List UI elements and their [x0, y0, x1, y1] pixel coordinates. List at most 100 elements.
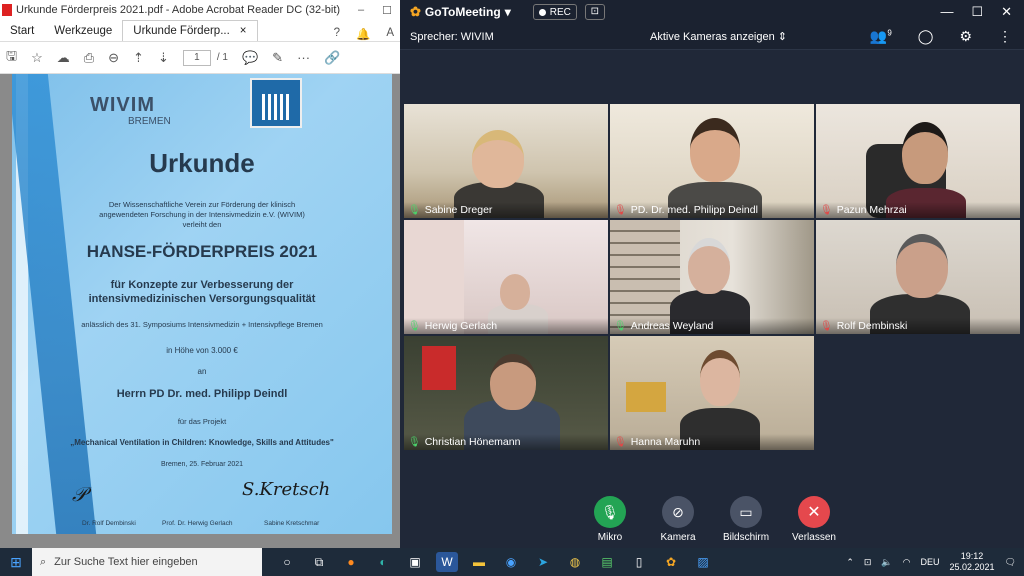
close-icon[interactable]: ×: [240, 25, 247, 37]
microphone-on-icon: 🎙: [614, 320, 627, 332]
photos-icon[interactable]: ▨: [692, 552, 714, 572]
chrome-icon[interactable]: ◍: [564, 552, 586, 572]
minimize-icon[interactable]: —: [940, 4, 953, 20]
store-icon[interactable]: ▣: [404, 552, 426, 572]
firefox-icon[interactable]: ●: [340, 552, 362, 572]
tab-tools[interactable]: Werkzeuge: [44, 21, 122, 41]
tile-label: 🎙 Herwig Gerlach: [404, 318, 608, 334]
more-vertical-icon[interactable]: ⋮: [998, 28, 1012, 45]
file-explorer-icon[interactable]: ▬: [468, 552, 490, 572]
link-icon[interactable]: 🔗: [324, 50, 340, 66]
desktop: Urkunde Förderpreis 2021.pdf - Adobe Acr…: [0, 0, 1024, 576]
cert-for-line2: intensivmedizinischen Versorgungsqualitä…: [88, 293, 316, 305]
save-icon[interactable]: 🖫: [6, 47, 17, 69]
page-down-icon[interactable]: ⇣: [158, 50, 169, 66]
comment-icon[interactable]: 💬: [242, 50, 258, 66]
speaker-icon[interactable]: 🔈: [881, 557, 892, 568]
more-icon[interactable]: ···: [297, 50, 310, 65]
participant-name: Rolf Dembinski: [836, 320, 908, 332]
camera-off-icon[interactable]: ⊘: [662, 496, 694, 528]
star-icon[interactable]: ☆: [31, 50, 43, 66]
page-up-icon[interactable]: ⇡: [133, 50, 144, 66]
tile-label: 🎙 PD. Dr. med. Philipp Deindl: [610, 202, 814, 218]
participant-name: Andreas Weyland: [630, 320, 714, 332]
meeting-controls: 🎙 Mikro ⊘ Kamera ▭ Bildschirm ✕ Verlasse…: [400, 496, 1024, 543]
cert-title: Urkunde: [149, 148, 255, 178]
participant-face: [688, 238, 730, 294]
notification-icon[interactable]: 🗨: [1005, 557, 1016, 568]
tab-document-label: Urkunde Förderp...: [133, 25, 230, 37]
account-icon[interactable]: A: [386, 27, 394, 41]
acrobat-toolbar: 🖫 ☆ ☁ ⎙ ⊖ ⇡ ⇣ 1 / 1 💬 ✎ ··· 🔗: [0, 42, 400, 74]
minimize-icon[interactable]: –: [358, 4, 364, 17]
telegram-icon[interactable]: ➤: [532, 552, 554, 572]
bell-icon[interactable]: 🔔: [356, 27, 370, 41]
participant-face: [500, 274, 530, 310]
maximize-icon[interactable]: ☐: [971, 4, 983, 20]
video-tile[interactable]: 🎙 Christian Hönemann: [404, 336, 608, 450]
video-tile[interactable]: 🎙 Herwig Gerlach: [404, 220, 608, 334]
microphone-muted-icon: 🎙: [820, 320, 833, 332]
word-icon[interactable]: W: [436, 552, 458, 572]
record-button[interactable]: REC: [532, 4, 577, 20]
gtm-menu-button[interactable]: ✿ GoToMeeting ▾: [410, 4, 511, 20]
edge-icon[interactable]: ◐: [372, 552, 394, 572]
cloud-upload-icon[interactable]: ☁: [57, 50, 70, 66]
mic-control[interactable]: 🎙 Mikro: [586, 496, 634, 543]
help-icon[interactable]: ?: [334, 27, 340, 41]
chevron-up-icon[interactable]: ⌃: [846, 557, 854, 568]
language-indicator[interactable]: DEU: [921, 557, 940, 567]
chat-icon[interactable]: ◯: [918, 28, 934, 45]
leave-x-icon[interactable]: ✕: [798, 496, 830, 528]
gear-icon[interactable]: ⚙: [959, 28, 972, 45]
tile-label: 🎙 Christian Hönemann: [404, 434, 608, 450]
signature-1: 𝒫: [72, 482, 87, 506]
participant-face: [690, 118, 740, 182]
lock-icon[interactable]: ⊡: [584, 4, 605, 20]
video-tile[interactable]: 🎙 Sabine Dreger: [404, 104, 608, 218]
video-tile[interactable]: 🎙 Pazun Mehrzai: [816, 104, 1020, 218]
pen-icon[interactable]: ✎: [272, 50, 283, 66]
page-number-input[interactable]: 1: [182, 49, 211, 66]
screen-share-icon[interactable]: ▭: [730, 496, 762, 528]
window-title: Urkunde Förderpreis 2021.pdf - Adobe Acr…: [16, 4, 341, 16]
mic-label: Mikro: [597, 532, 623, 543]
close-icon[interactable]: ✕: [1001, 4, 1012, 20]
gotomeeting-taskbar-icon[interactable]: ✿: [660, 552, 682, 572]
maximize-icon[interactable]: ☐: [382, 4, 392, 17]
taskbar-search-input[interactable]: ⌕ Zur Suche Text hier eingeben: [32, 548, 262, 576]
camera-control[interactable]: ⊘ Kamera: [654, 496, 702, 543]
tab-document[interactable]: Urkunde Förderp... ×: [122, 20, 258, 41]
zoom-out-icon[interactable]: ⊖: [108, 50, 119, 66]
microphone-icon[interactable]: 🎙: [594, 496, 626, 528]
cortana-icon[interactable]: ○: [276, 552, 298, 572]
people-icon: 👥: [869, 28, 888, 44]
screen-control[interactable]: ▭ Bildschirm: [722, 496, 770, 543]
tab-start[interactable]: Start: [0, 21, 44, 41]
participants-button[interactable]: 👥9: [870, 28, 892, 45]
microphone-on-icon: 🎙: [408, 320, 421, 332]
clock[interactable]: 19:12 25.02.2021: [950, 551, 995, 573]
document-viewport[interactable]: WIVIM BREMEN Urkunde Der Wissenschaftlic…: [0, 74, 400, 548]
windows-start-icon[interactable]: ⊞: [0, 548, 32, 576]
camera-label: Kamera: [660, 532, 696, 543]
cert-prize: HANSE-FÖRDERPREIS 2021: [86, 242, 318, 261]
leave-control[interactable]: ✕ Verlassen: [790, 496, 838, 543]
wifi-icon[interactable]: ◠: [903, 557, 911, 568]
camera-mode-select[interactable]: Aktive Kameras anzeigen ⇕: [650, 30, 787, 43]
video-tile[interactable]: 🎙 Rolf Dembinski: [816, 220, 1020, 334]
network-icon[interactable]: ⊡: [864, 557, 872, 568]
cert-project: „Mechanical Ventilation in Children: Kno…: [70, 438, 334, 447]
video-tile[interactable]: 🎙 Andreas Weyland: [610, 220, 814, 334]
participant-face: [490, 354, 536, 410]
task-view-icon[interactable]: ⧉: [308, 552, 330, 572]
participant-name: PD. Dr. med. Philipp Deindl: [630, 204, 758, 216]
participant-name: Sabine Dreger: [424, 204, 493, 216]
video-tile[interactable]: 🎙 Hanna Maruhn: [610, 336, 814, 450]
cert-sig3: Sabine Kretschmar: [264, 520, 320, 527]
notepad-icon[interactable]: ▤: [596, 552, 618, 572]
outlook-icon[interactable]: ◉: [500, 552, 522, 572]
document-icon[interactable]: ▯: [628, 552, 650, 572]
video-tile[interactable]: 🎙 PD. Dr. med. Philipp Deindl: [610, 104, 814, 218]
print-icon[interactable]: ⎙: [84, 50, 94, 66]
